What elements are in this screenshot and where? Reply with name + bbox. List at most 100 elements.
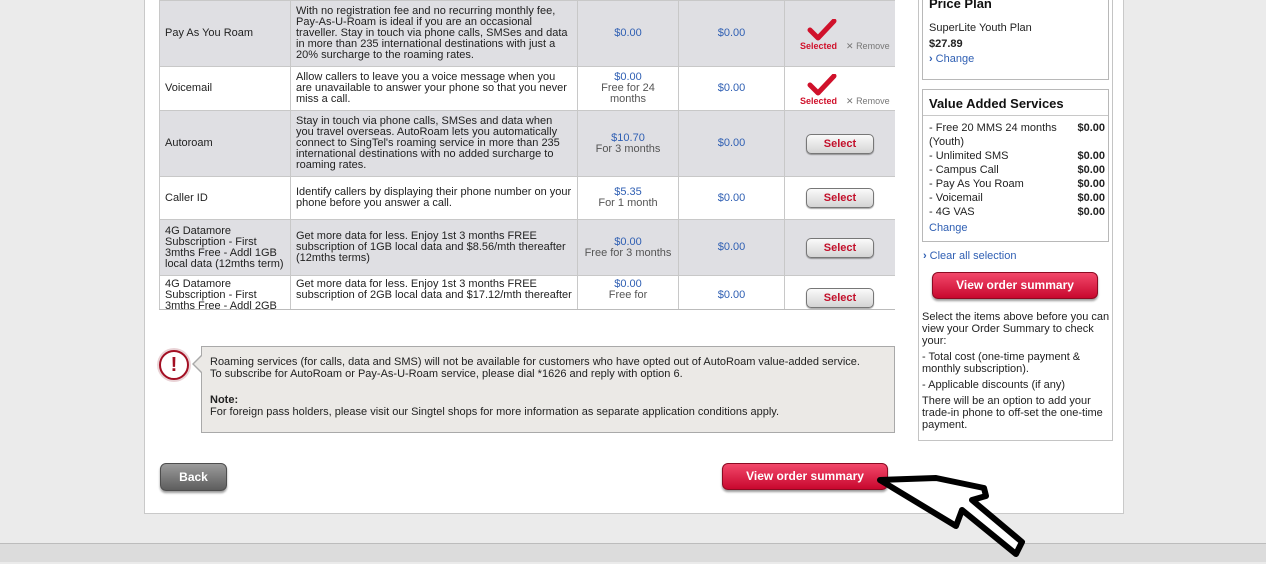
selected-label: Selected bbox=[800, 95, 838, 106]
table-row: Caller ID Identify callers by displaying… bbox=[159, 176, 895, 220]
select-button[interactable]: Select bbox=[806, 288, 874, 308]
vas-item-price: $0.00 bbox=[1077, 122, 1105, 134]
service-price2: $0.00 bbox=[717, 191, 746, 204]
service-action-cell: Selected ✕ Remove bbox=[784, 66, 895, 111]
service-name: Voicemail bbox=[159, 66, 291, 111]
vas-item-name: - 4G VAS bbox=[929, 206, 975, 218]
service-price2-cell: $0.00 bbox=[678, 275, 785, 309]
checkmark-icon bbox=[807, 18, 837, 40]
chevron-right-icon: › bbox=[929, 53, 933, 65]
vas-box: Value Added Services - Free 20 MMS 24 mo… bbox=[922, 89, 1109, 242]
clear-all-label: Clear all selection bbox=[929, 250, 1017, 262]
service-price-cell: $0.00 bbox=[577, 0, 679, 67]
remove-link[interactable]: ✕ Remove bbox=[846, 96, 890, 107]
sidebar-view-order-summary-button[interactable]: View order summary bbox=[932, 272, 1098, 299]
info-outro: There will be an option to add your trad… bbox=[922, 395, 1103, 431]
info-point-2: - Applicable discounts (if any) bbox=[922, 379, 1066, 391]
info-intro: Select the items above before you can vi… bbox=[922, 311, 1110, 347]
back-button[interactable]: Back bbox=[160, 463, 227, 491]
roaming-notice: Roaming services (for calls, data and SM… bbox=[201, 346, 895, 433]
vas-item: - Voicemail $0.00 bbox=[929, 191, 1105, 205]
vas-item-price: $0.00 bbox=[1077, 206, 1105, 218]
vas-item-price: $0.00 bbox=[1077, 192, 1105, 204]
note-title: Note: bbox=[210, 394, 239, 406]
vas-item-name: - Unlimited SMS bbox=[929, 150, 1009, 162]
service-price-note: For 3 months bbox=[595, 142, 661, 155]
service-description: Get more data for less. Enjoy 1st 3 mont… bbox=[290, 219, 578, 276]
service-price2: $0.00 bbox=[717, 241, 746, 253]
plan-change-label: Change bbox=[935, 53, 975, 65]
remove-link[interactable]: ✕ Remove bbox=[846, 41, 890, 52]
service-price-note: Free for bbox=[608, 289, 648, 301]
vas-change-link[interactable]: Change bbox=[929, 222, 968, 234]
service-price-cell: $5.35 For 1 month bbox=[577, 176, 679, 220]
exclamation-icon: ! bbox=[159, 350, 189, 380]
select-button[interactable]: Select bbox=[806, 188, 874, 208]
vas-item: - Pay As You Roam $0.00 bbox=[929, 177, 1105, 191]
services-table-viewport[interactable]: Pay As You Roam With no registration fee… bbox=[159, 0, 895, 310]
plan-change-link[interactable]: › Change bbox=[929, 53, 974, 65]
service-name: Autoroam bbox=[159, 110, 291, 177]
service-price-cell: $0.00 Free for 3 months bbox=[577, 219, 679, 276]
service-name: 4G Datamore Subscription - First 3mths F… bbox=[159, 275, 291, 309]
service-action-cell: Select bbox=[784, 275, 895, 309]
notice-line-2: To subscribe for AutoRoam or Pay-As-U-Ro… bbox=[210, 368, 683, 380]
service-price: $0.00 bbox=[614, 235, 642, 248]
order-summary-info: Select the items above before you can vi… bbox=[922, 311, 1112, 435]
vas-item-name: - Voicemail bbox=[929, 192, 983, 204]
service-price2: $0.00 bbox=[717, 27, 746, 39]
select-button[interactable]: Select bbox=[806, 133, 874, 154]
service-description: Get more data for less. Enjoy 1st 3 mont… bbox=[290, 275, 578, 309]
service-price-note: Free for 24 months bbox=[601, 82, 655, 105]
service-price2: $0.00 bbox=[717, 137, 746, 149]
service-price: $10.70 bbox=[611, 131, 645, 144]
service-name: Pay As You Roam bbox=[159, 0, 291, 67]
service-description: Identify callers by displaying their pho… bbox=[290, 176, 578, 220]
price-plan-box: Price Plan SuperLite Youth Plan $27.89 ›… bbox=[922, 0, 1109, 80]
service-price2-cell: $0.00 bbox=[678, 0, 785, 67]
footer-strip bbox=[0, 543, 1266, 562]
notice-pointer-inner bbox=[194, 356, 202, 372]
service-price2-cell: $0.00 bbox=[678, 176, 785, 220]
vas-item-name: - Free 20 MMS 24 months (Youth) bbox=[929, 122, 1057, 148]
service-description: Stay in touch via phone calls, SMSes and… bbox=[290, 110, 578, 177]
vas-item-price: $0.00 bbox=[1077, 164, 1105, 176]
remove-label: Remove bbox=[856, 95, 890, 106]
vas-title: Value Added Services bbox=[929, 96, 1064, 111]
service-price2: $0.00 bbox=[717, 82, 746, 94]
vas-item-price: $0.00 bbox=[1077, 178, 1105, 190]
service-price: $0.00 bbox=[614, 27, 642, 39]
vas-list: - Free 20 MMS 24 months (Youth) $0.00 - U… bbox=[929, 121, 1105, 219]
remove-label: Remove bbox=[856, 40, 890, 51]
service-price2-cell: $0.00 bbox=[678, 219, 785, 276]
service-action-cell: Selected ✕ Remove bbox=[784, 0, 895, 67]
service-price-cell: $0.00 Free for bbox=[577, 275, 679, 309]
close-icon: ✕ bbox=[846, 40, 854, 51]
vas-item: - 4G VAS $0.00 bbox=[929, 205, 1105, 219]
table-row: Autoroam Stay in touch via phone calls, … bbox=[159, 110, 895, 177]
service-name: 4G Datamore Subscription - First 3mths F… bbox=[159, 219, 291, 276]
service-action-cell: Select bbox=[784, 110, 895, 177]
vas-item: - Unlimited SMS $0.00 bbox=[929, 149, 1105, 163]
vas-item-name: - Pay As You Roam bbox=[929, 178, 1024, 190]
notice-line-1: Roaming services (for calls, data and SM… bbox=[210, 356, 860, 368]
close-icon: ✕ bbox=[846, 95, 854, 106]
selected-label: Selected bbox=[800, 40, 838, 51]
table-row: 4G Datamore Subscription - First 3mths F… bbox=[159, 219, 895, 276]
select-button[interactable]: Select bbox=[806, 237, 874, 258]
service-action-cell: Select bbox=[784, 176, 895, 220]
table-row: 4G Datamore Subscription - First 3mths F… bbox=[159, 275, 895, 309]
service-price-note: Free for 3 months bbox=[584, 246, 672, 259]
service-price2-cell: $0.00 bbox=[678, 110, 785, 177]
table-row: Pay As You Roam With no registration fee… bbox=[159, 0, 895, 67]
vas-item: - Campus Call $0.00 bbox=[929, 163, 1105, 177]
vas-item: - Free 20 MMS 24 months (Youth) $0.00 bbox=[929, 121, 1105, 149]
checkmark-icon bbox=[807, 73, 837, 95]
clear-all-link[interactable]: › Clear all selection bbox=[923, 250, 1017, 262]
view-order-summary-button[interactable]: View order summary bbox=[722, 463, 888, 490]
service-action-cell: Select bbox=[784, 219, 895, 276]
service-description: With no registration fee and no recurrin… bbox=[290, 0, 578, 67]
cursor-arrow-icon bbox=[877, 475, 1025, 557]
service-price2-cell: $0.00 bbox=[678, 66, 785, 111]
plan-price: $27.89 bbox=[929, 38, 963, 50]
